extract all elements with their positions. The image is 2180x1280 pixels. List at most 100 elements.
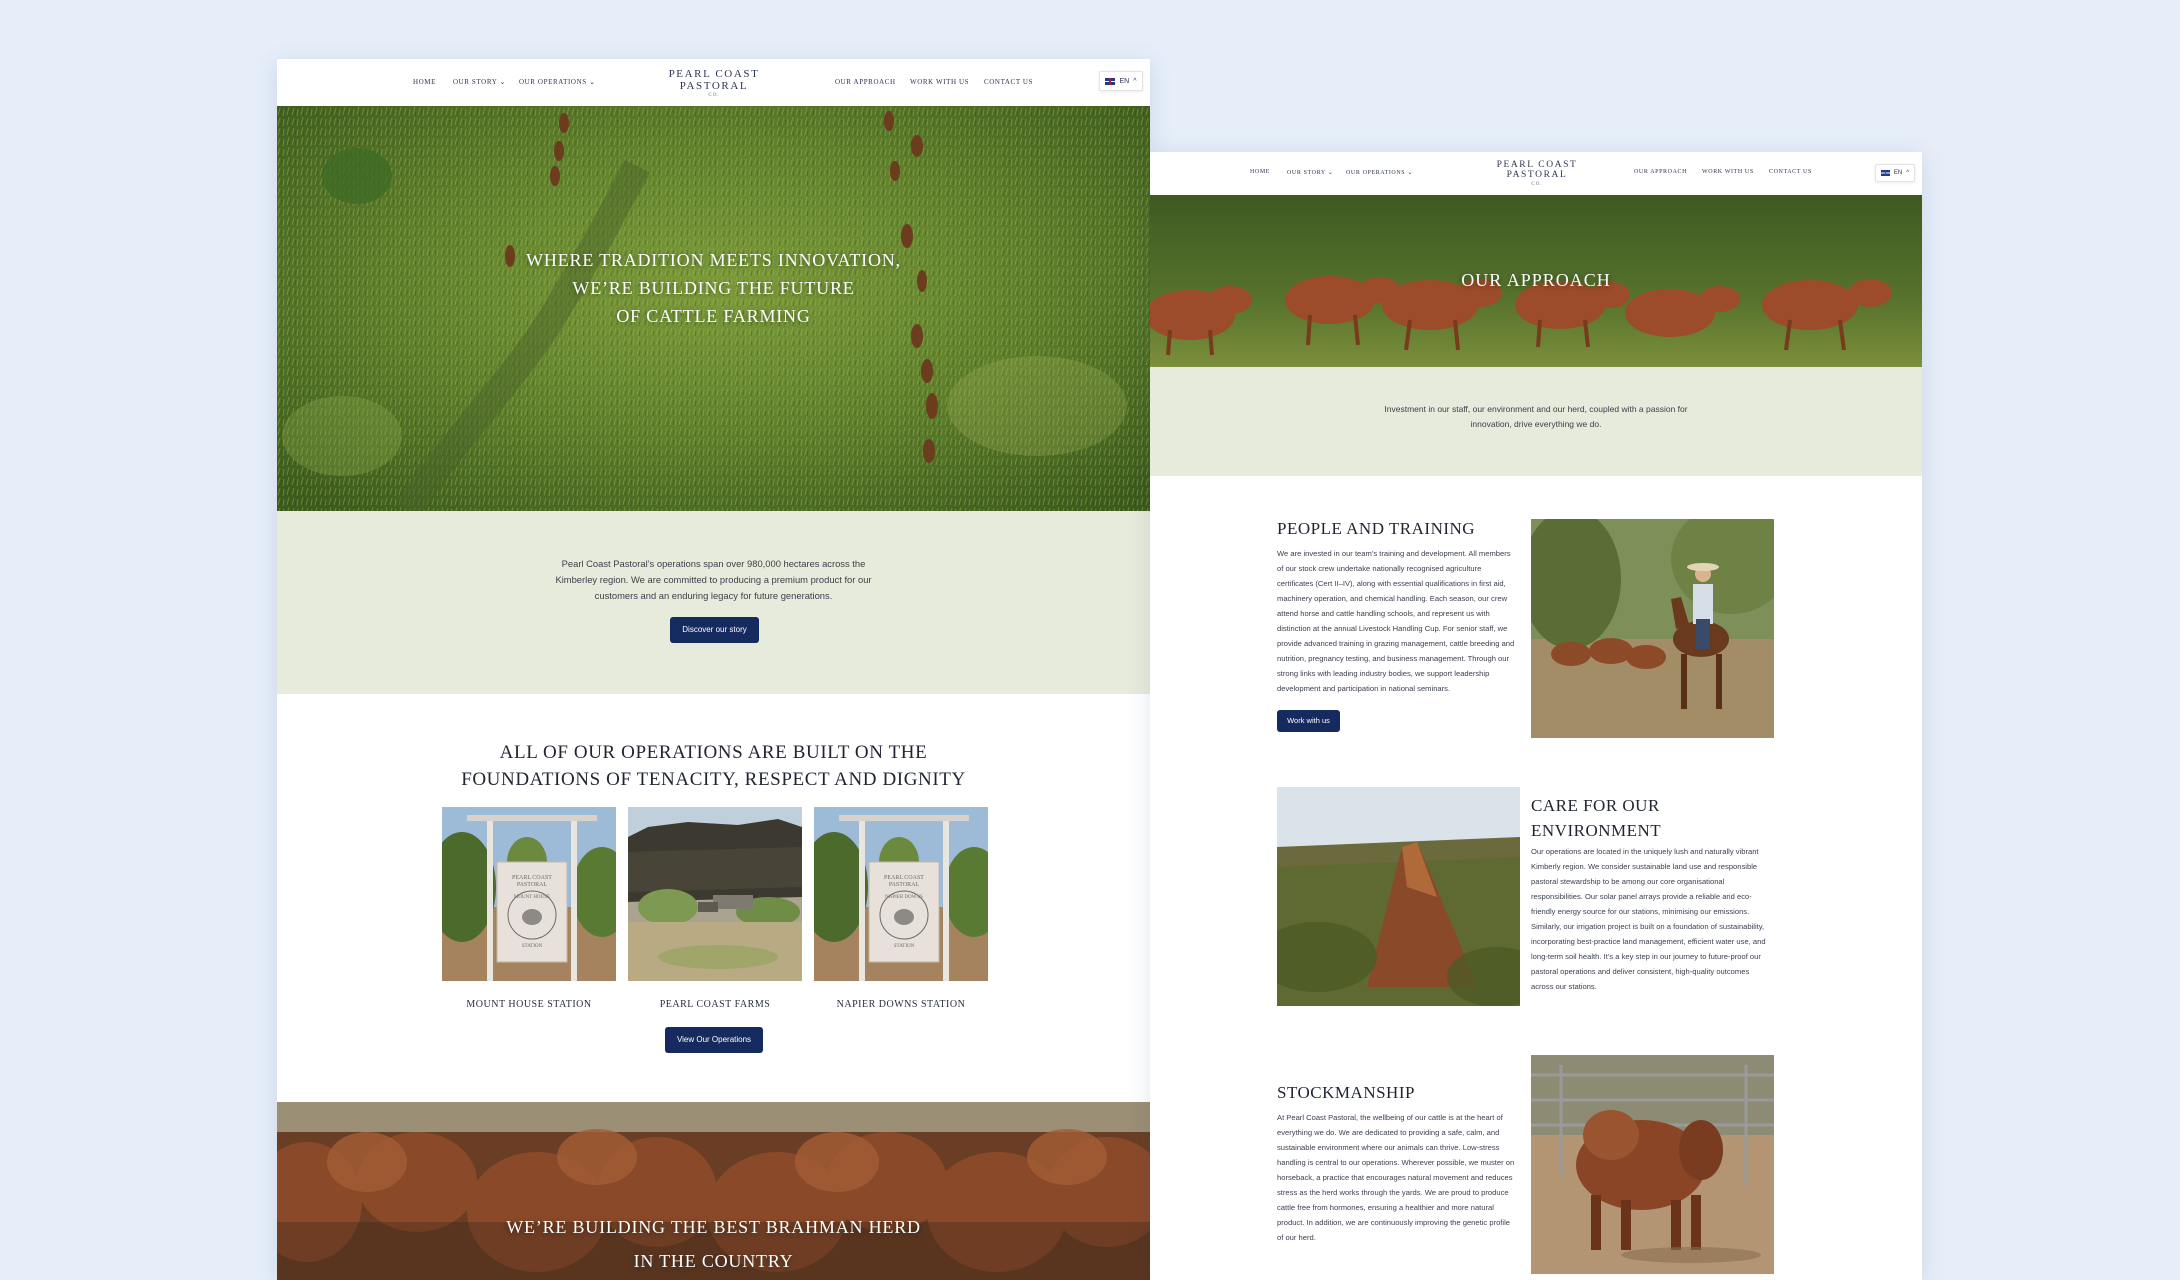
environment-line: long-term soil health. It’s a key step i…	[1531, 952, 1761, 961]
approach-nav: HOME OUR STORY ⌄ OUR OPERATIONS ⌄ PEARL …	[1150, 152, 1922, 195]
stockwoman-on-horse-image	[1531, 519, 1774, 738]
language-selector[interactable]: EN ^	[1875, 164, 1915, 182]
chevron-down-icon: ⌄	[1407, 170, 1413, 176]
people-line: distinction at the annual Livestock Hand…	[1277, 624, 1508, 633]
logo-line-3: CO.	[1531, 181, 1543, 187]
banner-line-1: WE’RE BUILDING THE BEST BRAHMAN HERD	[506, 1217, 921, 1237]
view-our-operations-button[interactable]: View Our Operations	[665, 1027, 763, 1053]
chevron-down-icon: ⌄	[499, 78, 506, 86]
card-caption-mount-house[interactable]: MOUNT HOUSE STATION	[442, 999, 616, 1010]
stockmanship-line: stress as the herd works through the yar…	[1277, 1188, 1509, 1197]
nav-home[interactable]: HOME	[1250, 169, 1270, 175]
work-with-us-button[interactable]: Work with us	[1277, 710, 1340, 732]
nav-our-operations-label: OUR OPERATIONS	[519, 78, 587, 86]
nav-our-operations[interactable]: OUR OPERATIONS ⌄	[1346, 169, 1413, 176]
banner-heading: WE’RE BUILDING THE BEST BRAHMAN HERD IN …	[277, 1210, 1150, 1278]
landscape-illustration	[1277, 787, 1520, 1006]
sign-2-line-1: PEARL COAST	[884, 875, 924, 881]
environment-line: Kimberly region. We consider sustainable…	[1531, 862, 1758, 871]
intro-line-1: Pearl Coast Pastoral’s operations span o…	[561, 558, 866, 569]
people-line: certificates (Cert II–IV), along with es…	[1277, 579, 1506, 588]
sign-1-line-2: PASTORAL	[517, 882, 548, 888]
horse-rider-illustration	[1531, 519, 1774, 738]
language-selector[interactable]: EN ^	[1099, 71, 1143, 91]
sign-2-line-2: PASTORAL	[889, 882, 920, 888]
napier-downs-station-image[interactable]: PEARL COAST PASTORAL NAPIER DOWNS STATIO…	[814, 807, 988, 981]
home-intro-text: Pearl Coast Pastoral’s operations span o…	[277, 556, 1150, 604]
intro-line-2: Kimberley region. We are committed to pr…	[555, 574, 872, 585]
nav-our-operations-label: OUR OPERATIONS	[1346, 170, 1406, 176]
approach-intro-section: Investment in our staff, our environment…	[1150, 367, 1922, 476]
hero-line-1: WHERE TRADITION MEETS INNOVATION,	[526, 250, 901, 270]
environment-title-line-1: CARE FOR OUR	[1531, 796, 1660, 815]
stockmanship-title: STOCKMANSHIP	[1277, 1083, 1415, 1102]
environment-line: incorporating best-practice land managem…	[1531, 937, 1766, 946]
sign-2-line-4: STATION	[894, 944, 915, 949]
ops-heading-line-1: ALL OF OUR OPERATIONS ARE BUILT ON THE	[499, 742, 928, 763]
approach-intro-text: Investment in our staff, our environment…	[1150, 402, 1922, 432]
chevron-down-icon: ⌄	[1327, 170, 1334, 176]
logo-line-1: PEARL COAST	[668, 68, 760, 80]
operations-heading: ALL OF OUR OPERATIONS ARE BUILT ON THE F…	[277, 739, 1150, 793]
site-logo[interactable]: PEARL COAST PASTORAL CO.	[664, 68, 764, 99]
stockmanship-line: of our herd.	[1277, 1233, 1316, 1242]
stockmanship-line: At Pearl Coast Pastoral, the wellbeing o…	[1277, 1113, 1503, 1122]
nav-home[interactable]: HOME	[413, 78, 436, 86]
chevron-up-icon: ^	[1133, 77, 1137, 85]
people-line: attend horse and cattle handling schools…	[1277, 609, 1490, 618]
brahman-bull-image	[1531, 1055, 1774, 1274]
people-line: nutrition, pregnancy testing, and busine…	[1277, 654, 1510, 663]
nav-our-approach[interactable]: OUR APPROACH	[835, 78, 896, 86]
stockmanship-line: handling is central to our operations. W…	[1277, 1158, 1515, 1167]
nav-our-operations[interactable]: OUR OPERATIONS ⌄	[519, 78, 596, 86]
people-line: We are invested in our team’s training a…	[1277, 549, 1511, 558]
approach-hero: OUR APPROACH	[1150, 195, 1922, 367]
nav-our-story[interactable]: OUR STORY ⌄	[1287, 169, 1333, 176]
flag-uk-icon	[1880, 170, 1890, 176]
environment-line: Similarly, our irrigation project is bui…	[1531, 922, 1765, 931]
banner-line-2: IN THE COUNTRY	[633, 1251, 794, 1271]
pearl-coast-farms-image[interactable]	[628, 807, 802, 981]
sign-1-line-4: STATION	[522, 944, 543, 949]
kimberley-landscape-image	[1277, 787, 1520, 1006]
stockmanship-line: sustainable environment where our animal…	[1277, 1143, 1500, 1152]
stockmanship-line: horseback, a practice that encourages na…	[1277, 1173, 1513, 1182]
people-line: strong links with leading industry bodie…	[1277, 669, 1490, 678]
nav-contact-us[interactable]: CONTACT US	[984, 78, 1033, 86]
environment-line: pastoral operations and deliver consiste…	[1531, 967, 1750, 976]
nav-our-story-label: OUR STORY	[453, 78, 498, 86]
logo-line-3: CO.	[708, 93, 720, 99]
hero-line-3: OF CATTLE FARMING	[616, 306, 811, 326]
sign-1-line-3: MOUNT HOUSE	[514, 895, 550, 900]
environment-body: Our operations are located in the unique…	[1531, 844, 1791, 994]
stockmanship-line: everything we do. We are dedicated to pr…	[1277, 1128, 1500, 1137]
brahman-herd-banner: WE’RE BUILDING THE BEST BRAHMAN HERD IN …	[277, 1102, 1150, 1280]
home-hero: WHERE TRADITION MEETS INNOVATION, WE’RE …	[277, 106, 1150, 511]
mount-house-station-image[interactable]: PEARL COAST PASTORAL MOUNT HOUSE STATION	[442, 807, 616, 981]
home-page-frame: HOME OUR STORY ⌄ OUR OPERATIONS ⌄ PEARL …	[277, 59, 1150, 1280]
logo-line-2: PASTORAL	[1506, 169, 1568, 180]
nav-work-with-us[interactable]: WORK WITH US	[910, 78, 969, 86]
environment-title-line-2: ENVIRONMENT	[1531, 821, 1662, 840]
stockmanship-body: At Pearl Coast Pastoral, the wellbeing o…	[1277, 1110, 1527, 1245]
approach-intro-line-1: Investment in our staff, our environment…	[1384, 404, 1688, 414]
environment-line: Our operations are located in the unique…	[1531, 847, 1759, 856]
intro-line-3: customers and an enduring legacy for fut…	[594, 590, 833, 601]
home-intro-section: Pearl Coast Pastoral’s operations span o…	[277, 511, 1150, 694]
home-nav: HOME OUR STORY ⌄ OUR OPERATIONS ⌄ PEARL …	[277, 59, 1150, 106]
people-line: of our stock crew undertake nationally r…	[1277, 564, 1482, 573]
bull-illustration	[1531, 1055, 1774, 1274]
nav-work-with-us[interactable]: WORK WITH US	[1702, 169, 1754, 175]
station-sign-image-1: PEARL COAST PASTORAL MOUNT HOUSE STATION	[442, 807, 616, 981]
card-caption-napier-downs[interactable]: NAPIER DOWNS STATION	[814, 999, 988, 1010]
discover-our-story-button[interactable]: Discover our story	[670, 617, 759, 643]
nav-our-story[interactable]: OUR STORY ⌄	[453, 78, 506, 86]
chevron-up-icon: ^	[1906, 170, 1910, 176]
nav-our-approach[interactable]: OUR APPROACH	[1634, 169, 1687, 175]
people-training-body: We are invested in our team’s training a…	[1277, 546, 1527, 696]
nav-contact-us[interactable]: CONTACT US	[1769, 169, 1812, 175]
people-line: development and participation in nationa…	[1277, 684, 1451, 693]
site-logo[interactable]: PEARL COAST PASTORAL CO.	[1492, 160, 1582, 187]
sign-2-line-3: NAPIER DOWNS	[885, 895, 923, 900]
card-caption-pearl-coast-farms[interactable]: PEARL COAST FARMS	[628, 999, 802, 1010]
